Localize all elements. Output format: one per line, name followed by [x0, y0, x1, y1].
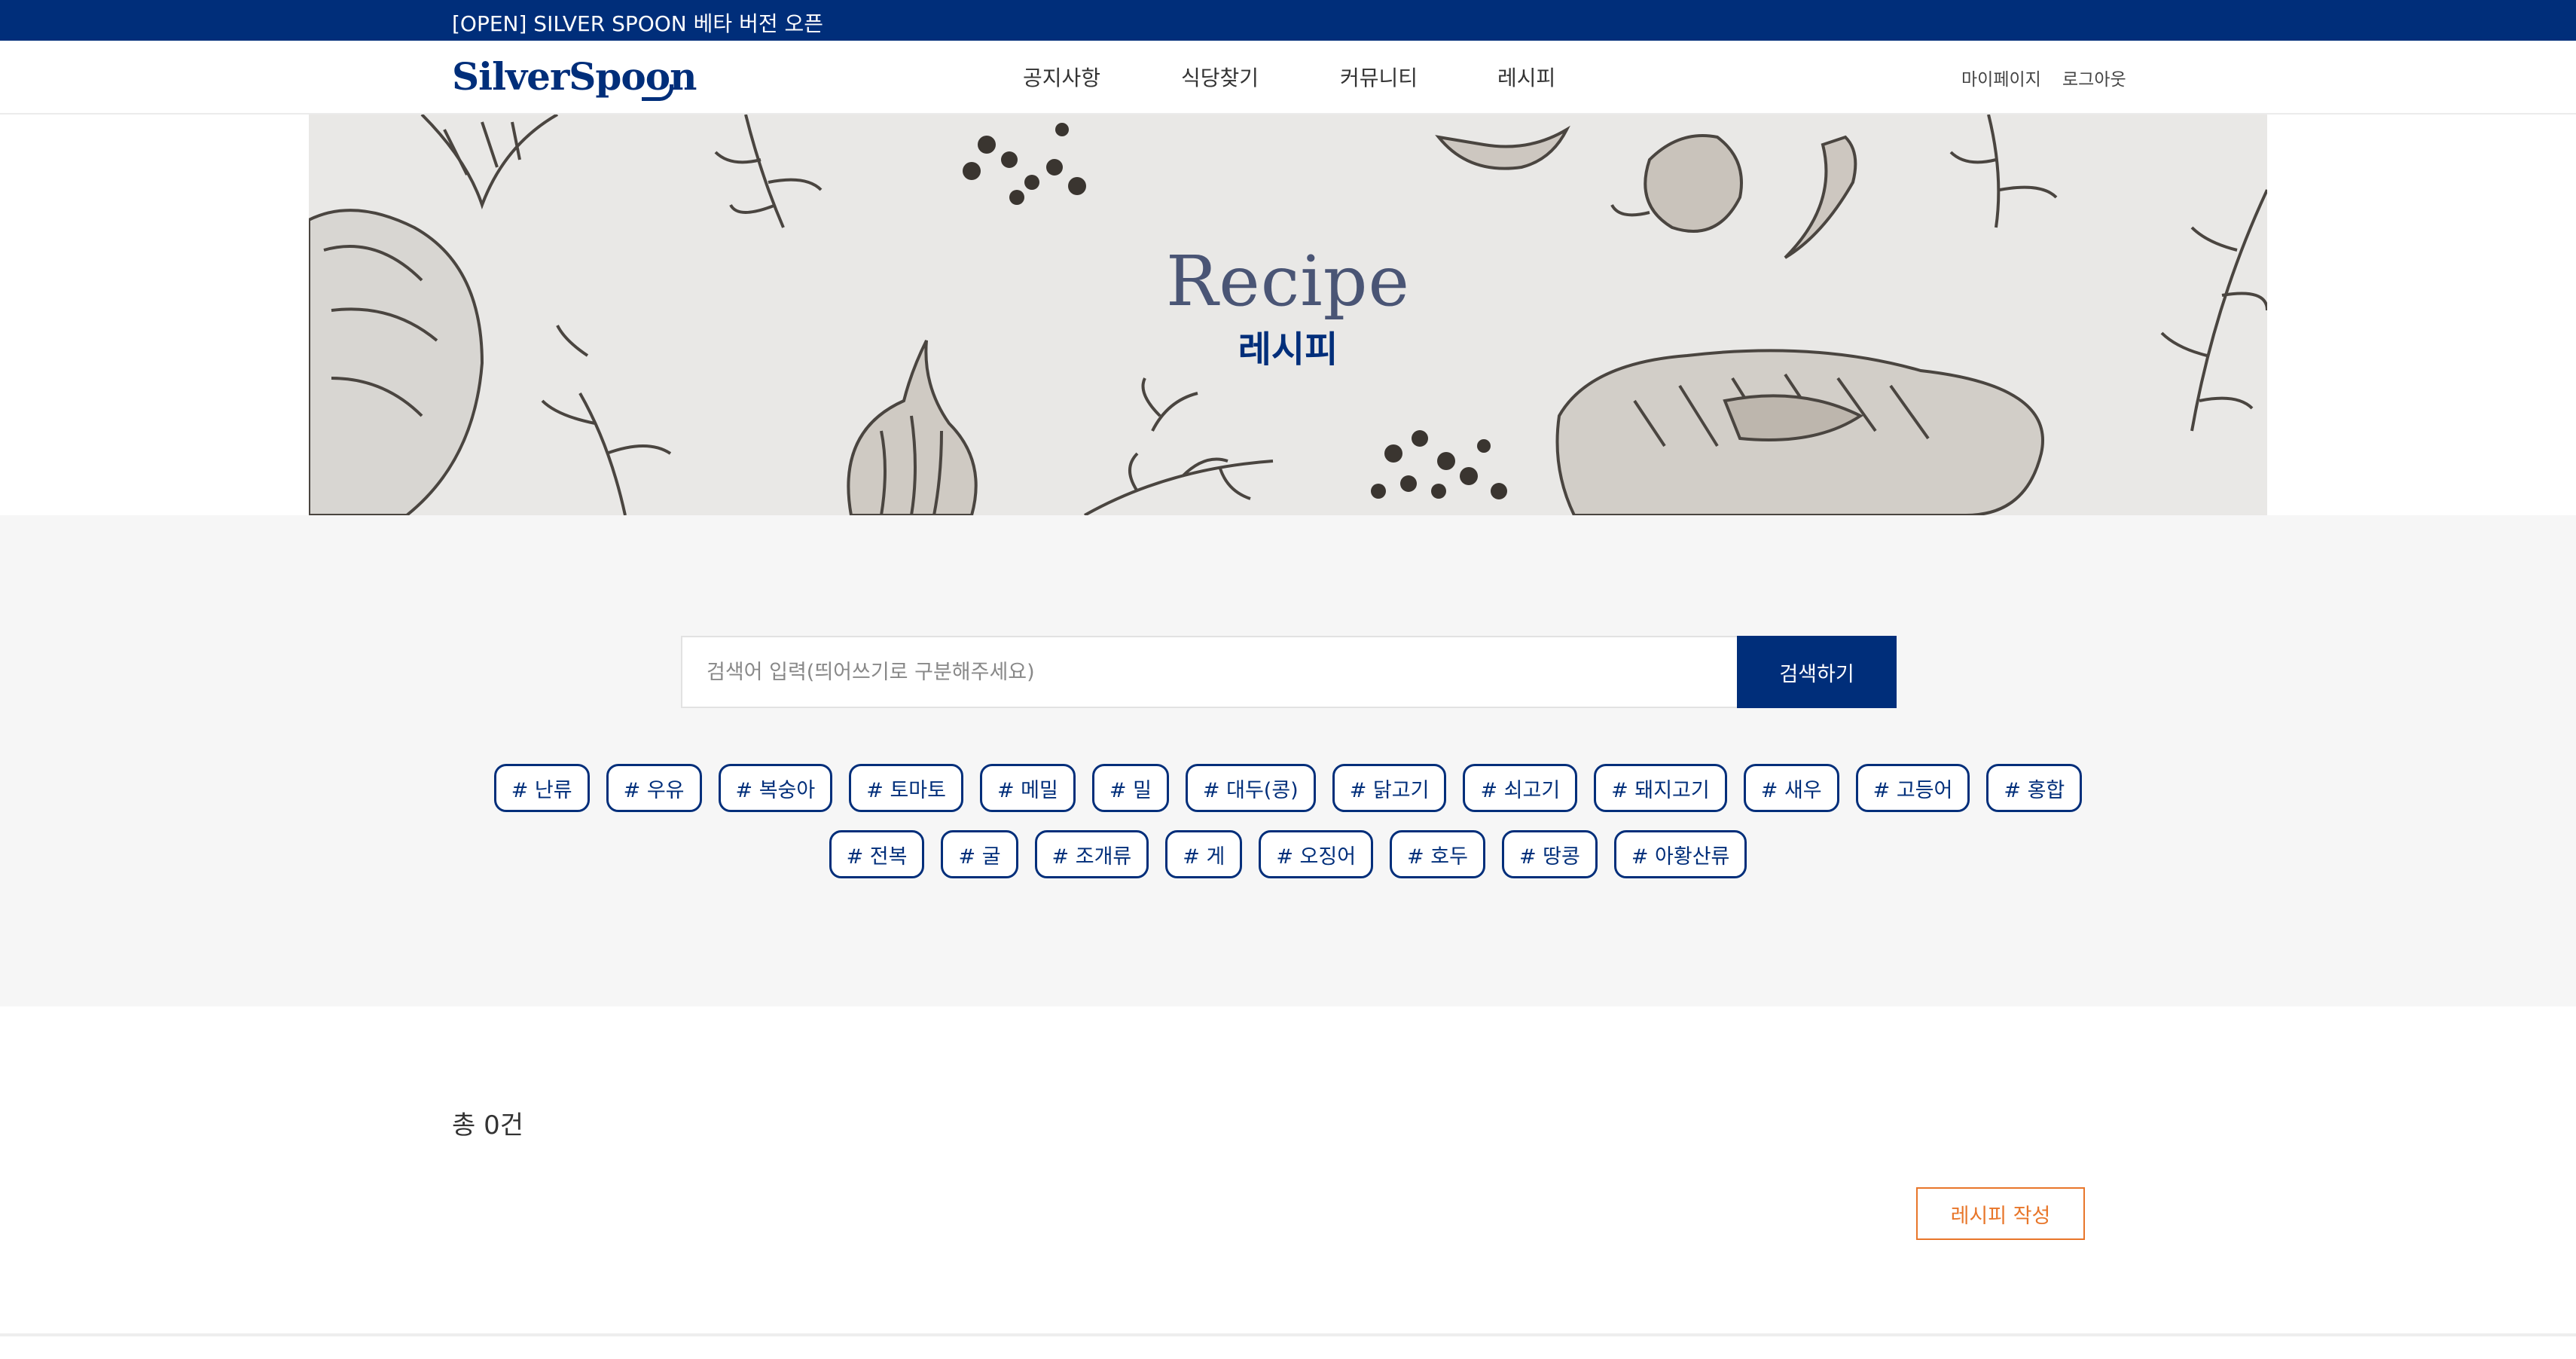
tag-squid[interactable]: # 오징어	[1259, 830, 1374, 878]
allergen-tag-row-1: # 난류 # 우유 # 복숭아 # 토마토 # 메밀 # 밀 # 대두(콩) #…	[0, 764, 2576, 812]
write-recipe-button[interactable]: 레시피 작성	[1916, 1187, 2085, 1240]
tag-sulfite[interactable]: # 아황산류	[1613, 830, 1747, 878]
tag-egg[interactable]: # 난류	[493, 764, 590, 812]
banner-title-ko: 레시피	[1238, 328, 1338, 371]
total-count: 총 0건	[452, 1110, 523, 1141]
footer-divider	[0, 1333, 2576, 1336]
tag-wheat[interactable]: # 밀	[1091, 764, 1169, 812]
tag-crab[interactable]: # 게	[1165, 830, 1243, 878]
tag-peach[interactable]: # 복숭아	[718, 764, 833, 812]
nav-notice[interactable]: 공지사항	[1023, 62, 1100, 92]
tag-mackerel[interactable]: # 고등어	[1855, 764, 1970, 812]
tag-oyster[interactable]: # 굴	[941, 830, 1018, 878]
tag-chicken[interactable]: # 닭고기	[1332, 764, 1447, 812]
tag-mussel[interactable]: # 홍합	[1986, 764, 2083, 812]
search-input[interactable]	[681, 636, 1738, 708]
banner-title-en: Recipe	[1165, 241, 1410, 322]
notice-text[interactable]: [OPEN] SILVER SPOON 베타 버전 오픈	[452, 8, 823, 38]
nav-community[interactable]: 커뮤니티	[1340, 62, 1418, 92]
allergen-tag-row-2: # 전복 # 굴 # 조개류 # 게 # 오징어 # 호두 # 땅콩 # 아황산…	[0, 830, 2576, 878]
tag-shellfish[interactable]: # 조개류	[1034, 830, 1149, 878]
tag-peanut[interactable]: # 땅콩	[1501, 830, 1598, 878]
tag-shrimp[interactable]: # 새우	[1743, 764, 1839, 812]
tag-walnut[interactable]: # 호두	[1390, 830, 1485, 878]
tag-milk[interactable]: # 우유	[606, 764, 702, 812]
search-section: 검색하기 # 난류 # 우유 # 복숭아 # 토마토 # 메밀 # 밀 # 대두…	[0, 515, 2576, 1006]
tag-beef[interactable]: # 쇠고기	[1463, 764, 1578, 812]
site-header: SilverSpoon 공지사항 식당찾기 커뮤니티 레시피 마이페이지 로그아…	[0, 41, 2576, 115]
tag-pork[interactable]: # 돼지고기	[1594, 764, 1727, 812]
tag-buckwheat[interactable]: # 메밀	[979, 764, 1076, 812]
tag-abalone[interactable]: # 전복	[829, 830, 925, 878]
search-button[interactable]: 검색하기	[1737, 636, 1897, 708]
nav-recipe[interactable]: 레시피	[1497, 62, 1555, 92]
mypage-link[interactable]: 마이페이지	[1961, 65, 2041, 90]
tag-tomato[interactable]: # 토마토	[849, 764, 963, 812]
notice-bar: [OPEN] SILVER SPOON 베타 버전 오픈	[0, 0, 2576, 41]
logout-link[interactable]: 로그아웃	[2062, 65, 2126, 90]
tag-soybean[interactable]: # 대두(콩)	[1185, 764, 1316, 812]
nav-find-restaurant[interactable]: 식당찾기	[1181, 62, 1259, 92]
recipe-banner: Recipe 레시피	[309, 115, 2267, 515]
